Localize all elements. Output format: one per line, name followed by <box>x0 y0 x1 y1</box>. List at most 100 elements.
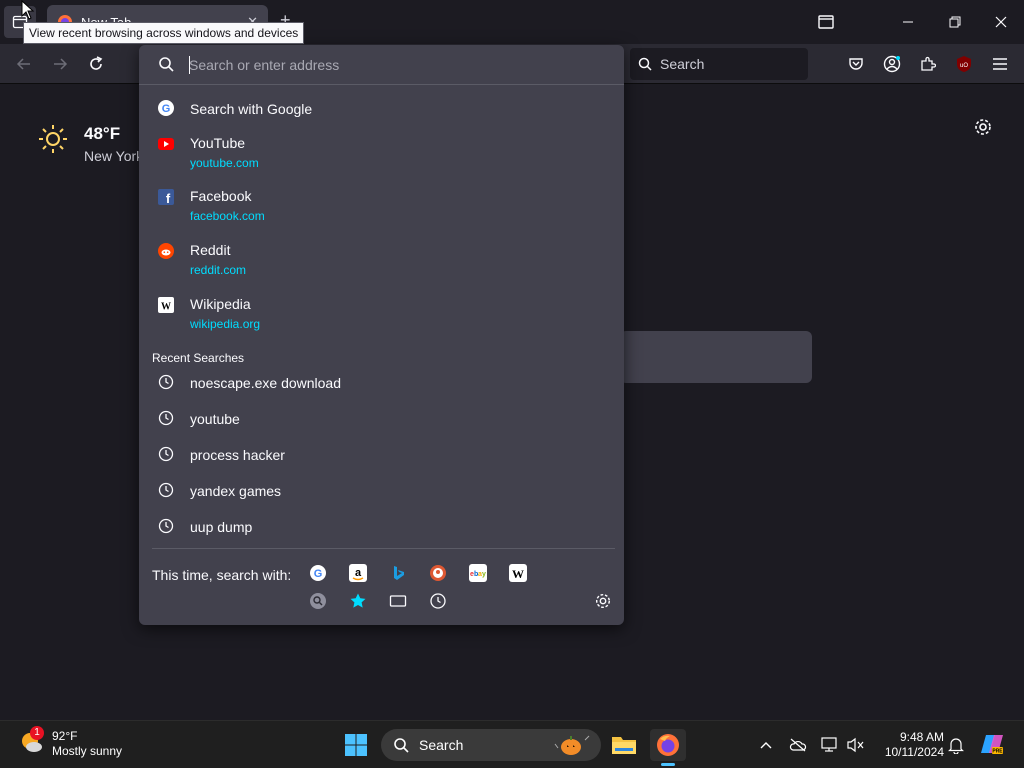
newtab-settings-gear-icon[interactable] <box>973 117 993 137</box>
suggestion-title: Wikipedia <box>190 296 251 312</box>
volume-button[interactable] <box>846 735 866 755</box>
app-menu-button[interactable] <box>988 53 1012 75</box>
onedrive-button[interactable] <box>788 735 808 755</box>
mouse-cursor-icon <box>21 0 35 20</box>
taskbar-search-box[interactable]: Search <box>381 729 601 761</box>
ublock-button[interactable]: uO <box>952 53 976 75</box>
recent-search-row[interactable]: uup dump <box>139 515 624 543</box>
close-window-button[interactable] <box>991 12 1011 32</box>
start-button[interactable] <box>338 729 374 761</box>
recent-search-row[interactable]: process hacker <box>139 443 624 471</box>
suggestion-url: wikipedia.org <box>190 317 261 331</box>
duckduckgo-icon[interactable] <box>429 564 447 582</box>
clock-time: 9:48 AM <box>899 730 944 744</box>
suggestion-url: reddit.com <box>190 263 247 277</box>
extensions-button[interactable] <box>916 53 940 75</box>
taskbar-clock[interactable]: 9:48 AM 10/11/2024 <box>876 730 944 760</box>
firefox-icon <box>657 734 679 756</box>
minimize-button[interactable] <box>898 12 918 32</box>
newtab-weather-widget[interactable]: 48°F New York <box>38 124 143 164</box>
cloud-off-icon <box>789 738 807 752</box>
text-caret <box>189 56 190 74</box>
wikipedia-icon[interactable]: W <box>509 564 527 582</box>
suggestion-title: YouTube <box>190 135 246 151</box>
recent-search-row[interactable]: yandex games <box>139 479 624 507</box>
notifications-button[interactable] <box>946 735 966 755</box>
search-with-google-row[interactable]: G Search with Google <box>139 97 624 125</box>
recent-search-row[interactable]: youtube <box>139 407 624 435</box>
bookmarks-icon[interactable] <box>349 592 367 610</box>
svg-text:G: G <box>162 103 171 115</box>
network-icon <box>821 737 837 752</box>
recent-search-text: noescape.exe download <box>190 375 342 391</box>
firefox-taskbar-button[interactable] <box>650 729 686 761</box>
suggestion-row[interactable]: W Wikipedia wikipedia.org <box>139 294 624 338</box>
newtab-search-box[interactable] <box>620 331 812 383</box>
history-icon[interactable] <box>429 592 447 610</box>
svg-text:G: G <box>314 568 323 580</box>
weather-temp: 48°F <box>84 124 121 143</box>
window-icon <box>818 15 834 29</box>
weather-alert-badge: 1 <box>30 726 44 740</box>
account-icon <box>883 55 901 73</box>
youtube-icon <box>157 135 175 153</box>
file-explorer-button[interactable] <box>606 729 642 761</box>
pocket-icon <box>849 58 863 70</box>
bing-icon[interactable] <box>389 564 407 582</box>
svg-text:y: y <box>482 571 486 578</box>
suggestion-row[interactable]: Reddit reddit.com <box>139 240 624 284</box>
wikipedia-icon: W <box>157 296 175 314</box>
suggestion-row[interactable]: YouTube youtube.com <box>139 133 624 177</box>
forward-arrow-icon <box>54 58 68 70</box>
svg-text:W: W <box>512 567 524 581</box>
account-button[interactable] <box>880 53 904 75</box>
toolbar-search-box[interactable]: Search <box>630 48 808 80</box>
suggestion-row[interactable]: f Facebook facebook.com <box>139 186 624 230</box>
window-list-button[interactable] <box>816 12 836 32</box>
clock-date: 10/11/2024 <box>884 745 944 759</box>
recent-search-text: uup dump <box>190 519 253 535</box>
search-settings-gear-icon[interactable] <box>594 592 612 610</box>
ublock-origin-icon: uO <box>957 56 971 72</box>
taskbar-weather-widget[interactable]: 1 92°F Mostly sunny <box>18 726 123 759</box>
svg-text:f: f <box>166 191 171 205</box>
show-hidden-icons-button[interactable] <box>756 735 776 755</box>
google-icon[interactable]: G <box>309 564 327 582</box>
pocket-button[interactable] <box>844 53 868 75</box>
taskbar-weather-desc: Mostly sunny <box>52 744 123 758</box>
amazon-icon[interactable]: a <box>349 564 367 582</box>
chevron-up-icon <box>760 742 772 749</box>
urlbar <box>139 45 624 85</box>
suggestion-title: Facebook <box>190 188 252 204</box>
urlbar-results-popup: G Search with Google YouTube youtube.com… <box>139 45 624 625</box>
network-button[interactable] <box>820 735 840 755</box>
recent-searches-heading: Recent Searches <box>152 351 245 365</box>
history-clock-icon <box>157 373 175 391</box>
recent-search-text: process hacker <box>190 447 285 463</box>
toolbar-search-placeholder: Search <box>660 56 705 72</box>
back-button[interactable] <box>12 53 36 75</box>
history-clock-icon <box>157 409 175 427</box>
recent-search-text: yandex games <box>190 483 282 499</box>
svg-text:W: W <box>161 302 171 313</box>
search-with-label: Search with Google <box>190 101 313 117</box>
svg-text:uO: uO <box>960 63 968 69</box>
urlbar-input[interactable] <box>189 53 609 77</box>
restore-button[interactable] <box>945 12 965 32</box>
search-icon <box>159 57 174 72</box>
weather-city: New York <box>84 148 144 164</box>
active-app-indicator <box>661 763 675 766</box>
tooltip: View recent browsing across windows and … <box>23 22 305 44</box>
copilot-button[interactable]: PRE <box>980 732 1004 756</box>
taskbar-search-label: Search <box>419 737 464 753</box>
search-icon[interactable] <box>309 592 327 610</box>
tabs-icon[interactable] <box>389 592 407 610</box>
forward-button[interactable] <box>48 53 72 75</box>
ebay-icon[interactable]: ebay <box>469 564 487 582</box>
suggestion-url: youtube.com <box>190 156 259 170</box>
recent-search-row[interactable]: noescape.exe download <box>139 371 624 399</box>
reload-icon <box>90 56 103 70</box>
reload-button[interactable] <box>84 53 108 75</box>
search-icon <box>638 57 652 71</box>
taskbar: 1 92°F Mostly sunny Search 9:48 AM 10/11… <box>0 720 1024 768</box>
